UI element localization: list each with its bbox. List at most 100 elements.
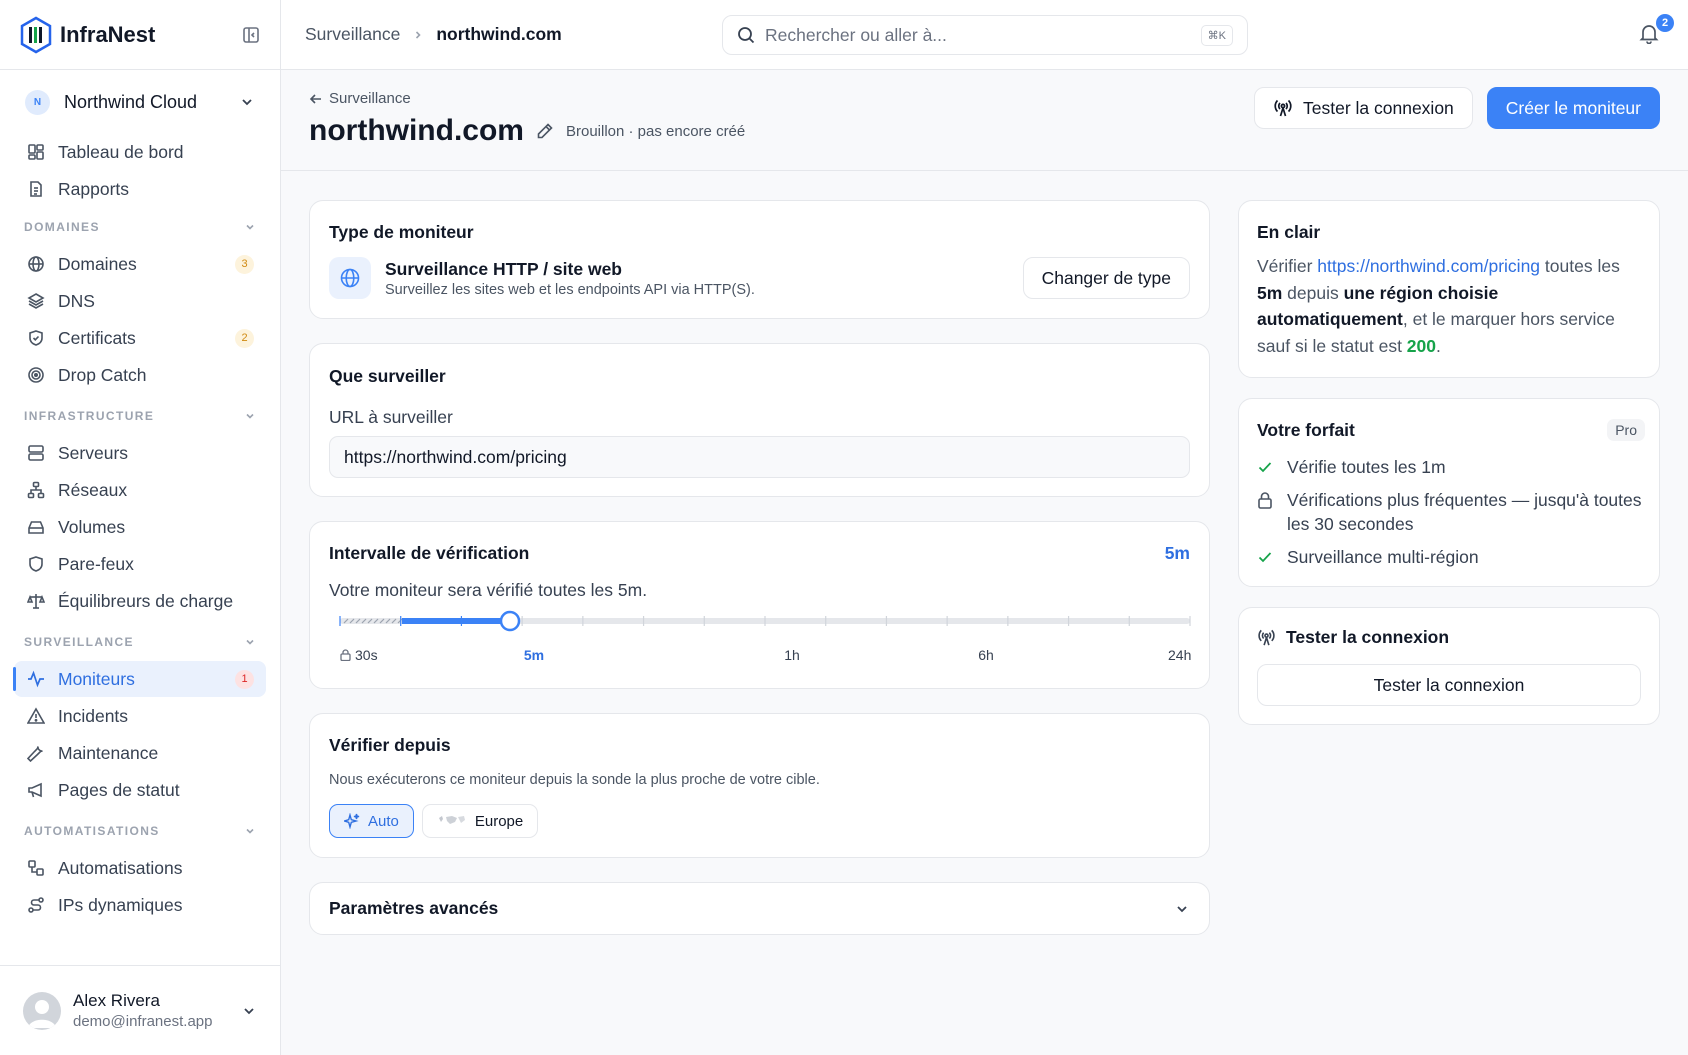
summary-fragment: Vérifier [1257,256,1318,276]
nav-item-servers[interactable]: Serveurs [14,435,266,471]
url-input[interactable]: https://northwind.com/pricing [329,436,1190,478]
check-icon [1257,545,1275,569]
nav-item-label: Tableau de bord [58,141,184,162]
search-placeholder: Rechercher ou aller à... [765,24,947,45]
shield-check-icon [26,328,46,348]
nav-item-load-balancers[interactable]: Équilibreurs de charge [14,583,266,619]
change-type-label: Changer de type [1041,267,1171,288]
plan-feature-text: Vérifications plus fréquentes — jusqu'à … [1287,490,1642,534]
slider-label-min: 30s [340,647,378,663]
target-card: Que surveiller URL à surveiller https://… [309,343,1210,497]
region-option-auto[interactable]: Auto [329,804,414,838]
interval-value: 5m [1164,543,1190,563]
region-description: Nous exécuterons ce moniteur depuis la s… [329,772,820,788]
nav-item-label: Réseaux [58,479,128,500]
workflow-icon [26,858,46,878]
nav-item-label: Volumes [58,516,126,537]
scale-icon [26,591,46,611]
summary-status-code: 200 [1406,335,1436,356]
card-title: Que surveiller [329,366,446,386]
nav-item-status-pages[interactable]: Pages de statut [14,772,266,808]
avatar [23,991,61,1030]
section-domains[interactable]: DOMAINES [0,208,280,246]
nav-item-reports-wrap: Rapports [0,171,280,208]
test-connection-card: Tester la connexion Tester la connexion [1238,607,1660,725]
draft-status: Brouillon · pas encore créé [565,122,746,140]
nav-item-monitors[interactable]: Moniteurs 1 [13,661,266,697]
chevron-down-icon [246,413,254,419]
count-badge: 2 [235,328,254,348]
monitor-type-info: Surveillance HTTP / site web Surveillez … [385,259,1009,298]
section-infrastructure[interactable]: INFRASTRUCTURE [0,397,280,435]
collapse-sidebar-icon[interactable] [242,26,260,44]
nav-item-drop-catch[interactable]: Drop Catch [14,357,266,393]
section-title: INFRASTRUCTURE [24,409,155,423]
back-link[interactable]: Surveillance [309,90,411,107]
topbar: Surveillance northwind.com Rechercher ou… [281,0,1688,70]
summary-url[interactable]: https://northwind.com/pricing [1317,256,1540,276]
nav-item-label: Automatisations [58,857,183,878]
nav-item-label: Rapports [58,178,130,199]
page-title: northwind.com [309,114,524,147]
org-name: Northwind Cloud [64,91,198,112]
nav-item-label: IPs dynamiques [58,894,183,915]
nav-item-label: Incidents [58,705,129,726]
brand-bar: InfraNest [0,0,280,70]
summary-fragment: toutes les [1540,256,1620,276]
nav-item-volumes[interactable]: Volumes [14,509,266,545]
nav-item-dashboard[interactable]: Tableau de bord [14,134,266,170]
test-connection-button[interactable]: Tester la connexion [1254,87,1473,129]
create-monitor-label: Créer le moniteur [1505,97,1641,118]
interval-description: Votre moniteur sera vérifié toutes les 5… [329,580,648,600]
nav-item-dns[interactable]: DNS [14,283,266,319]
nav-item-certificates[interactable]: Certificats 2 [14,320,266,356]
org-avatar: N [25,89,50,115]
nav-item-networks[interactable]: Réseaux [14,472,266,508]
org-switcher[interactable]: N Northwind Cloud [0,70,280,134]
plan-feature: Vérifications plus fréquentes — jusqu'à … [1257,488,1645,536]
nav-item-maintenance[interactable]: Maintenance [14,735,266,771]
nav-item-automations[interactable]: Automatisations [14,850,266,886]
globe-icon [329,257,371,299]
arrow-left-icon [309,93,321,104]
nav-item-domains[interactable]: Domaines 3 [14,246,266,282]
wrench-icon [26,743,46,763]
logo[interactable]: InfraNest [20,16,155,54]
interval-slider[interactable] [310,602,1209,642]
sparkles-icon [344,813,360,829]
lock-icon [340,649,351,661]
slider-thumb[interactable] [499,610,521,632]
card-title: Votre forfait [1257,420,1355,440]
change-type-button[interactable]: Changer de type [1022,257,1190,299]
sidebar: InfraNest N Northwind Cloud Tableau de b… [0,0,281,1055]
region-option-europe[interactable]: Europe [421,804,539,838]
pencil-icon[interactable] [536,122,554,140]
megaphone-icon [26,780,46,800]
user-info: Alex Rivera demo@infranest.app [73,991,229,1030]
notifications-button[interactable]: 2 [1638,14,1674,48]
plan-feature: Vérifie toutes les 1m [1257,455,1645,479]
header-actions: Tester la connexion Créer le moniteur [1254,87,1660,129]
nav-item-incidents[interactable]: Incidents [14,698,266,734]
region-option-label: Europe [474,812,524,830]
nav-item-firewalls[interactable]: Pare-feux [14,546,266,582]
hard-drive-icon [26,517,46,537]
layers-icon [26,291,46,311]
advanced-settings-toggle[interactable]: Paramètres avancés [309,882,1210,935]
alert-triangle-icon [26,706,46,726]
region-option-label: Auto [368,812,399,830]
create-monitor-button[interactable]: Créer le moniteur [1486,87,1660,129]
user-menu[interactable]: Alex Rivera demo@infranest.app [0,965,280,1055]
nav-item-reports[interactable]: Rapports [14,171,266,207]
section-automations[interactable]: AUTOMATISATIONS [0,812,280,850]
section-monitoring[interactable]: SURVEILLANCE [0,623,280,661]
nav-item-dynamic-ips[interactable]: IPs dynamiques [14,887,266,923]
plan-feature-text: Vérifie toutes les 1m [1287,457,1446,477]
test-card-header: Tester la connexion [1257,627,1449,648]
breadcrumb-link[interactable]: Surveillance [305,24,400,45]
test-connection-card-button[interactable]: Tester la connexion [1257,664,1641,706]
test-connection-card-label: Tester la connexion [1373,674,1525,695]
search-input[interactable]: Rechercher ou aller à... ⌘K [722,15,1248,55]
target-icon [26,365,46,385]
back-link-label: Surveillance [329,90,411,107]
